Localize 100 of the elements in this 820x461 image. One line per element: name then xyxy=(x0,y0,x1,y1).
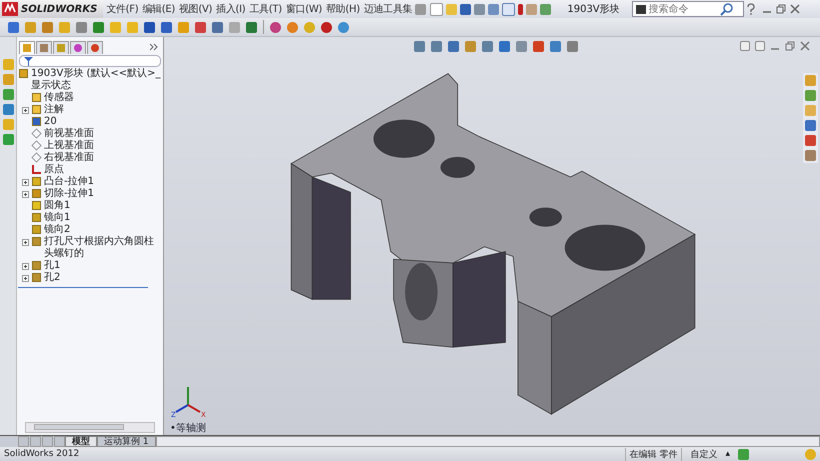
expand-icon[interactable] xyxy=(22,178,29,186)
tree-item[interactable]: 孔1 xyxy=(44,260,60,272)
tile-icon[interactable] xyxy=(740,41,750,51)
view-tool-icon[interactable] xyxy=(465,41,476,52)
toolbar-icon[interactable] xyxy=(42,22,53,32)
view-tool-icon[interactable] xyxy=(414,41,425,52)
close-icon[interactable] xyxy=(800,41,810,51)
target-tab[interactable] xyxy=(70,40,86,54)
task-pane-icon[interactable] xyxy=(805,150,816,161)
search-bar[interactable]: 搜索命令 xyxy=(632,1,744,17)
status-mode: 在编辑 零件 xyxy=(624,448,682,460)
command-icon[interactable] xyxy=(2,104,14,115)
tree-item[interactable]: 孔2 xyxy=(44,272,60,284)
part-icon xyxy=(19,69,28,78)
property-tab[interactable] xyxy=(36,40,52,54)
tree-item[interactable]: 上视基准面 xyxy=(44,140,94,152)
appearance-tab[interactable] xyxy=(87,40,103,54)
tree-item[interactable]: 镜向1 xyxy=(44,212,70,224)
toolbar-icon[interactable] xyxy=(76,22,87,32)
menu-item[interactable]: 工具(T) xyxy=(248,2,283,16)
task-pane-icon[interactable] xyxy=(805,105,816,116)
view-tool-icon[interactable] xyxy=(499,41,510,52)
configuration-tab[interactable] xyxy=(53,40,69,54)
expand-icon[interactable] xyxy=(22,262,29,270)
view-tool-icon[interactable] xyxy=(567,41,578,52)
command-icon[interactable] xyxy=(2,89,14,100)
search-icon[interactable] xyxy=(720,2,734,16)
tree-item[interactable]: 传感器 xyxy=(44,92,74,104)
view-tool-icon[interactable] xyxy=(482,41,493,52)
tile-icon[interactable] xyxy=(755,41,765,51)
tab-scroll-button[interactable] xyxy=(54,436,65,447)
menu-item[interactable]: 编辑(E) xyxy=(141,2,176,16)
toolbar-icon[interactable] xyxy=(270,22,281,32)
origin-icon xyxy=(32,165,41,174)
search-field[interactable]: 搜索命令 xyxy=(648,4,717,14)
toolbar-icon[interactable] xyxy=(321,22,332,32)
tree-item[interactable]: 原点 xyxy=(44,164,64,176)
tree-item[interactable]: 镜向2 xyxy=(44,224,70,236)
view-tool-icon[interactable] xyxy=(431,41,442,52)
task-pane-icon[interactable] xyxy=(805,120,816,131)
expand-icon[interactable] xyxy=(22,190,29,198)
tree-item[interactable]: 1903V形块 (默认<<默认>_显示状态 xyxy=(31,68,163,92)
status-app-name: SolidWorks 2012 xyxy=(4,449,80,459)
filter-icon xyxy=(24,56,33,66)
task-pane-icon[interactable] xyxy=(805,135,816,146)
menu-item[interactable]: 迈迪工具集 xyxy=(362,2,414,16)
menu-item[interactable]: 帮助(H) xyxy=(325,2,361,16)
task-pane-icon[interactable] xyxy=(805,75,816,86)
tree-item[interactable]: 注解 xyxy=(44,104,64,116)
command-icon[interactable] xyxy=(2,74,14,85)
model-tab[interactable]: 模型 xyxy=(65,436,97,447)
feature-tree-tab[interactable] xyxy=(19,40,35,54)
menu-item[interactable]: 视图(V) xyxy=(178,2,214,16)
restore-icon[interactable] xyxy=(776,4,786,14)
tree-item[interactable]: 右视基准面 xyxy=(44,152,94,164)
tree-item[interactable]: 前视基准面 xyxy=(44,128,94,140)
close-icon[interactable] xyxy=(790,4,800,14)
toolbar-icon[interactable] xyxy=(246,22,257,32)
expand-icon[interactable] xyxy=(22,106,29,114)
scroll-thumb[interactable] xyxy=(34,424,124,430)
plane-icon xyxy=(31,152,42,163)
view-tool-icon[interactable] xyxy=(516,41,527,52)
units-dropdown[interactable]: 自定义 xyxy=(690,448,718,460)
tab-scroll-button[interactable] xyxy=(30,436,41,447)
model-tab[interactable]: 运动算例 1 xyxy=(97,436,156,447)
command-icon[interactable] xyxy=(2,134,14,145)
plane-icon xyxy=(31,128,42,139)
tree-item[interactable]: 打孔尺寸根据内六角圆柱头螺钉的 xyxy=(44,236,163,260)
tree-item[interactable]: 圆角1 xyxy=(44,200,70,212)
view-tool-icon[interactable] xyxy=(533,41,544,52)
toolbar-icon[interactable] xyxy=(8,22,19,32)
tree-item[interactable]: 切除-拉伸1 xyxy=(44,188,94,200)
tab-scroll-button[interactable] xyxy=(18,436,29,447)
expand-icon[interactable] xyxy=(22,238,29,246)
logo-icon xyxy=(2,2,18,16)
menu-item[interactable]: 文件(F) xyxy=(105,2,140,16)
caret-icon[interactable]: ▴ xyxy=(725,449,730,459)
toolbar-icon[interactable] xyxy=(195,22,206,32)
toolbar-icon[interactable] xyxy=(161,22,172,32)
toolbar-icon[interactable] xyxy=(338,22,349,32)
menu-item[interactable]: 窗口(W) xyxy=(284,2,324,16)
view-orientation-label: •等轴测 xyxy=(170,422,206,435)
view-tool-icon[interactable] xyxy=(448,41,459,52)
filter-field[interactable] xyxy=(19,55,161,67)
toolbar-icon[interactable] xyxy=(144,22,155,32)
tab-scroll-button[interactable] xyxy=(42,436,53,447)
expand-icon[interactable] xyxy=(22,274,29,282)
plane-icon xyxy=(31,140,42,151)
tree-item[interactable]: 凸台-拉伸1 xyxy=(44,176,94,188)
chevron-icon[interactable] xyxy=(150,43,158,51)
menu-item[interactable]: 插入(I) xyxy=(215,2,246,16)
command-icon[interactable] xyxy=(2,59,14,70)
restore-icon[interactable] xyxy=(785,41,795,51)
toolbar-icon[interactable] xyxy=(212,22,223,32)
command-icon[interactable] xyxy=(2,119,14,130)
toolbar-icon[interactable] xyxy=(93,22,104,32)
horizontal-scrollbar[interactable] xyxy=(25,422,155,433)
task-pane-icon[interactable] xyxy=(805,90,816,101)
tree-item[interactable]: 20 xyxy=(44,116,57,128)
view-tool-icon[interactable] xyxy=(550,41,561,52)
